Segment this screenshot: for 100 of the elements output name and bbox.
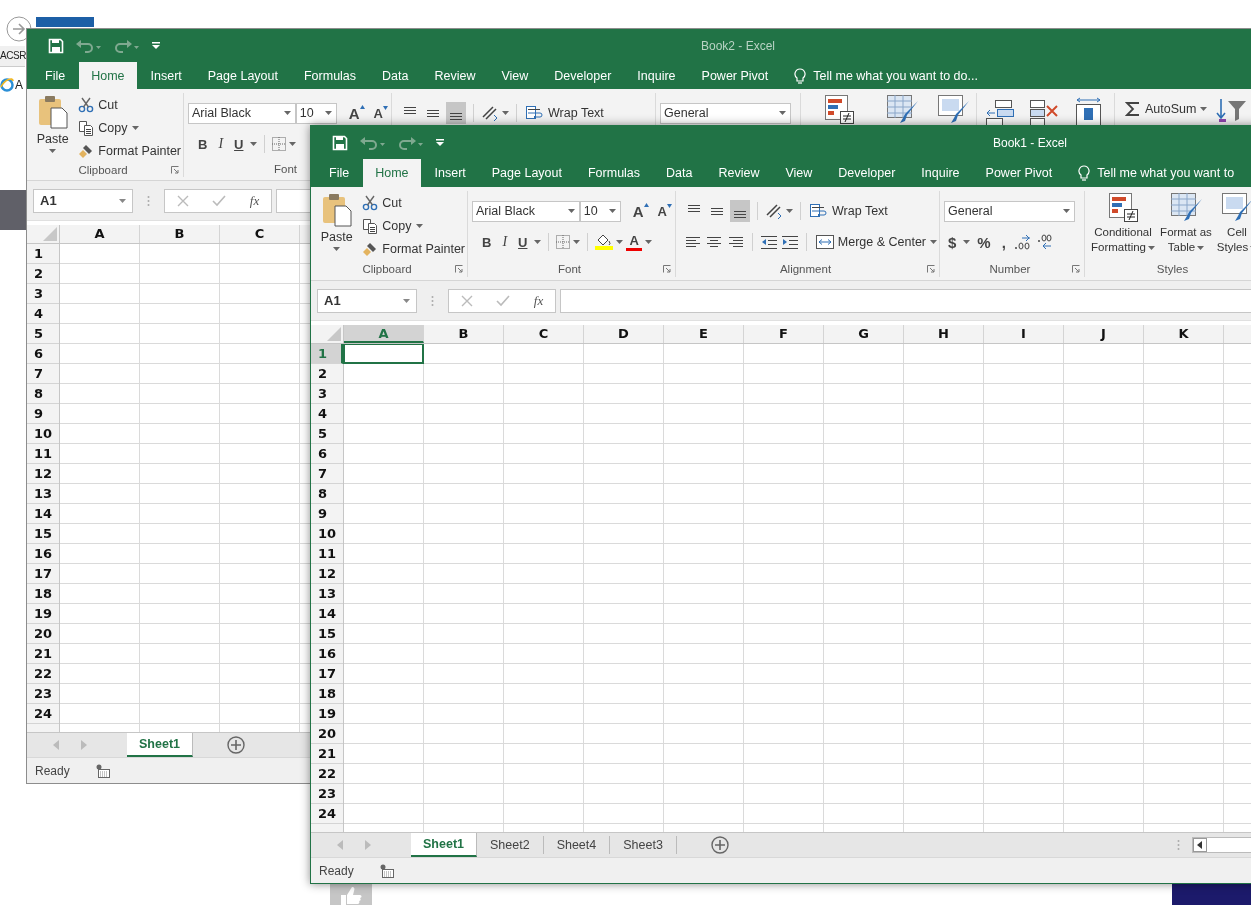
column-header[interactable]: A bbox=[344, 325, 424, 343]
underline-button[interactable]: U bbox=[230, 133, 248, 155]
tell-me-search[interactable]: Tell me what you want to bbox=[1078, 159, 1235, 187]
menu-item[interactable]: ACSR bbox=[0, 46, 27, 66]
row-header[interactable]: 11 bbox=[311, 544, 343, 564]
insert-function-button[interactable]: fx bbox=[533, 292, 544, 309]
row-header[interactable]: 21 bbox=[27, 644, 59, 664]
ribbon-tab[interactable]: Power Pivot bbox=[689, 62, 781, 89]
name-box[interactable]: A1 bbox=[33, 188, 133, 213]
ribbon-tab[interactable]: Home bbox=[363, 159, 421, 187]
ribbon-tab[interactable]: Review bbox=[706, 159, 772, 187]
ribbon-tab[interactable]: Formulas bbox=[575, 159, 653, 187]
row-header[interactable]: 14 bbox=[27, 504, 59, 524]
number-format-dropdown[interactable]: General bbox=[660, 102, 791, 124]
row-header[interactable]: 17 bbox=[311, 664, 343, 684]
row-header[interactable]: 23 bbox=[27, 684, 59, 704]
ribbon-tab[interactable]: Developer bbox=[542, 62, 624, 89]
row-header[interactable]: 22 bbox=[311, 764, 343, 784]
row-header[interactable]: 1 bbox=[27, 244, 59, 264]
column-header[interactable]: B bbox=[424, 325, 504, 343]
row-header[interactable]: 19 bbox=[311, 704, 343, 724]
autosum-button[interactable]: AutoSum bbox=[1123, 97, 1210, 120]
row-header[interactable]: 23 bbox=[311, 784, 343, 804]
name-box[interactable]: A1 bbox=[317, 288, 417, 313]
sheet-tab[interactable]: Sheet4 bbox=[543, 836, 611, 854]
paste-button[interactable]: Paste bbox=[35, 93, 71, 162]
grow-font-button[interactable]: A bbox=[629, 202, 652, 220]
ribbon-tab[interactable]: Developer bbox=[826, 159, 908, 187]
row-header[interactable]: 12 bbox=[27, 464, 59, 484]
row-header[interactable]: 20 bbox=[27, 624, 59, 644]
column-header[interactable]: F bbox=[744, 325, 824, 343]
row-header[interactable]: 4 bbox=[27, 304, 59, 324]
row-header[interactable]: 3 bbox=[27, 284, 59, 304]
column-header[interactable]: D bbox=[584, 325, 664, 343]
ribbon-tab[interactable]: Power Pivot bbox=[973, 159, 1065, 187]
styles-button[interactable]: Format as Table bbox=[1157, 193, 1215, 261]
cut-button[interactable]: Cut bbox=[360, 191, 467, 214]
ribbon-tab[interactable]: Insert bbox=[138, 62, 194, 89]
row-header[interactable]: 5 bbox=[27, 324, 59, 344]
sheet-tab[interactable]: Sheet2 bbox=[477, 836, 544, 854]
row-header[interactable]: 24 bbox=[27, 704, 59, 724]
ribbon-tab[interactable]: Review bbox=[422, 62, 488, 89]
font-color-button[interactable]: A bbox=[626, 233, 642, 251]
row-header[interactable]: 18 bbox=[311, 684, 343, 704]
ribbon-tab[interactable]: View bbox=[773, 159, 825, 187]
comma-button[interactable]: , bbox=[997, 231, 1010, 253]
copy-button[interactable]: Copy bbox=[360, 214, 467, 237]
row-header[interactable]: 6 bbox=[27, 344, 59, 364]
row-header[interactable]: 8 bbox=[27, 384, 59, 404]
copy-button[interactable]: Copy bbox=[76, 116, 183, 139]
styles-button[interactable]: Conditional Formatting bbox=[1089, 193, 1157, 261]
row-header[interactable]: 6 bbox=[311, 444, 343, 464]
row-header[interactable]: 10 bbox=[311, 524, 343, 544]
row-header[interactable]: 21 bbox=[311, 744, 343, 764]
ribbon-tab[interactable]: Inquire bbox=[909, 159, 972, 187]
row-header[interactable]: 17 bbox=[27, 564, 59, 584]
font-name-dropdown[interactable]: Arial Black bbox=[472, 200, 580, 222]
column-header[interactable]: E bbox=[664, 325, 744, 343]
sheet-tab[interactable]: Sheet1 bbox=[127, 733, 193, 757]
row-header[interactable]: 9 bbox=[311, 504, 343, 524]
ribbon-tab[interactable]: View bbox=[489, 62, 541, 89]
row-header[interactable]: 24 bbox=[311, 804, 343, 824]
bold-button[interactable]: B bbox=[478, 231, 496, 253]
ribbon-tab[interactable]: Data bbox=[370, 62, 421, 89]
bold-button[interactable]: B bbox=[194, 133, 212, 155]
row-header[interactable]: 8 bbox=[311, 484, 343, 504]
column-header[interactable]: A bbox=[60, 225, 140, 243]
row-header[interactable]: 11 bbox=[27, 444, 59, 464]
font-size-dropdown[interactable]: 10 bbox=[579, 200, 621, 222]
format-painter-button[interactable]: Format Painter bbox=[76, 139, 183, 162]
number-format-dropdown[interactable]: General bbox=[944, 200, 1075, 222]
row-header[interactable]: 13 bbox=[311, 584, 343, 604]
row-header[interactable]: 22 bbox=[27, 664, 59, 684]
grow-font-button[interactable]: A bbox=[345, 104, 368, 122]
column-header[interactable]: I bbox=[984, 325, 1064, 343]
row-header[interactable]: 20 bbox=[311, 724, 343, 744]
row-header[interactable]: 7 bbox=[311, 464, 343, 484]
insert-function-button[interactable]: fx bbox=[249, 192, 260, 209]
ribbon-tab[interactable]: Formulas bbox=[291, 62, 369, 89]
column-header[interactable]: B bbox=[140, 225, 220, 243]
row-header[interactable]: 13 bbox=[27, 484, 59, 504]
row-header[interactable]: 14 bbox=[311, 604, 343, 624]
ribbon-tab[interactable]: Inquire bbox=[625, 62, 688, 89]
ribbon-tab[interactable]: Home bbox=[79, 62, 137, 89]
cut-button[interactable]: Cut bbox=[76, 93, 183, 116]
row-header[interactable]: 16 bbox=[311, 644, 343, 664]
merge-center-button[interactable]: Merge & Center bbox=[813, 230, 939, 254]
row-header[interactable]: 10 bbox=[27, 424, 59, 444]
row-header[interactable]: 15 bbox=[311, 624, 343, 644]
ribbon-tab[interactable]: Data bbox=[654, 159, 705, 187]
ribbon-tab[interactable]: Page Layout bbox=[479, 159, 574, 187]
row-header[interactable]: 2 bbox=[311, 364, 343, 384]
row-header[interactable]: 12 bbox=[311, 564, 343, 584]
row-header[interactable]: 4 bbox=[311, 404, 343, 424]
ribbon-tab[interactable]: File bbox=[33, 62, 78, 89]
column-header[interactable]: K bbox=[1144, 325, 1224, 343]
ribbon-tab[interactable]: Insert bbox=[422, 159, 478, 187]
sheet-tab[interactable]: Sheet3 bbox=[610, 836, 677, 854]
font-size-dropdown[interactable]: 10 bbox=[295, 102, 337, 124]
ribbon-tab[interactable]: Page Layout bbox=[195, 62, 290, 89]
